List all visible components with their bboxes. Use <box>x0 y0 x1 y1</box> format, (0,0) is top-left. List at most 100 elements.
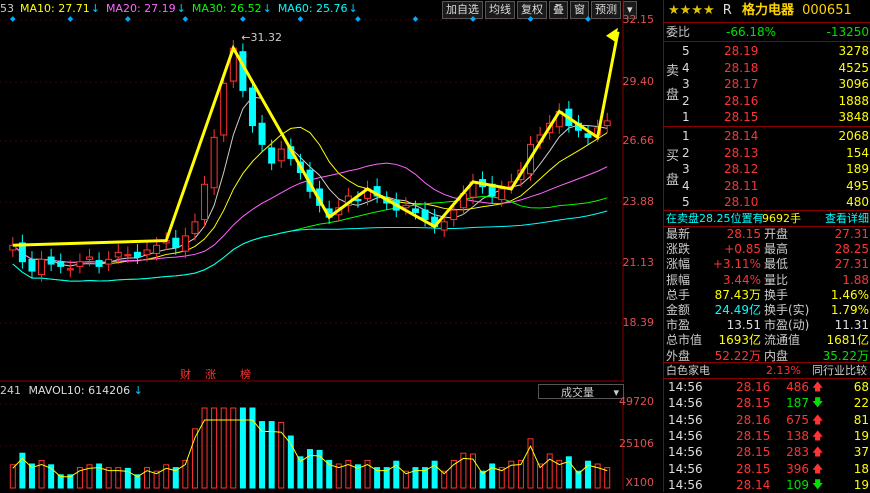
stock-title: ★★★★ R 格力电器 000651 <box>664 0 870 22</box>
order-price: 28.14 <box>724 129 759 143</box>
signal-marker <box>412 16 419 22</box>
ma-line <box>12 210 608 282</box>
candle-body <box>181 235 189 252</box>
signal-marker <box>297 16 304 22</box>
volume-legend-prefix: 241 <box>0 384 21 397</box>
candle-body <box>95 260 103 267</box>
trade-count: 18 <box>853 461 869 476</box>
order-level: 3 <box>682 162 690 177</box>
candle-body <box>76 261 84 267</box>
stat-label: 最低 <box>764 257 789 272</box>
order-ratio-label: 委比 <box>666 25 691 39</box>
book-side-label: 买盘 <box>666 149 680 197</box>
volume-tick: 25106 <box>619 437 654 450</box>
quote-stat-row: 涨幅 +3.11% 最低 27.31 <box>664 257 870 272</box>
stat-label: 流通值 <box>764 333 801 348</box>
stock-prefix: R <box>722 3 732 18</box>
trade-volume: 138 <box>786 428 809 443</box>
candle-body <box>220 82 228 136</box>
trade-price: 28.15 <box>736 428 771 443</box>
trade-volume: 396 <box>786 461 809 476</box>
sell-order-row[interactable]: 5 28.19 3278 <box>680 43 870 59</box>
stat-value: 1.79% <box>830 303 869 317</box>
trade-price: 28.14 <box>736 477 771 492</box>
stat-label: 涨跌 <box>666 242 691 257</box>
candle-body <box>124 254 132 257</box>
candle-body <box>268 147 276 164</box>
stat-value: 1.46% <box>830 287 869 302</box>
trade-time: 14:56 <box>668 412 703 427</box>
volume-chart[interactable] <box>0 400 624 490</box>
candle-body <box>421 209 429 220</box>
order-price: 28.15 <box>724 110 759 125</box>
sell-order-row[interactable]: 3 28.17 3096 <box>680 76 870 92</box>
candle-body <box>584 133 592 138</box>
order-volume: 3848 <box>838 110 869 125</box>
industry-row[interactable]: 白色家电 2.13% 同行业比较 <box>664 362 870 379</box>
candle-body <box>85 256 93 260</box>
book-side-char: 买 <box>666 149 680 164</box>
buy-order-row[interactable]: 3 28.12 189 <box>680 161 870 177</box>
price-tick: 18.39 <box>622 316 655 329</box>
order-price: 28.10 <box>724 195 759 210</box>
stat-label: 最新 <box>666 227 691 241</box>
order-volume: 480 <box>846 195 869 210</box>
industry-compare-link[interactable]: 同行业比较 <box>812 363 867 378</box>
tick-trade-row: 14:56 28.15 138 🡅 19 <box>664 428 870 444</box>
sell-order-row[interactable]: 4 28.18 4525 <box>680 60 870 76</box>
buy-order-row[interactable]: 5 28.10 480 <box>680 194 870 210</box>
kline-chart-area[interactable]: 53 MA10: 27.71↓ MA20: 27.19↓ MA30: 26.52↓ MA… <box>0 0 662 492</box>
tick-trade-row: 14:56 28.15 396 🡅 18 <box>664 461 870 477</box>
order-diff-value: -13250 <box>826 25 869 39</box>
stat-value: +3.11% <box>712 257 761 272</box>
buy-order-row[interactable]: 1 28.14 2068 <box>680 128 870 144</box>
kline-chart[interactable]: ←31.32 财 涨 榜 <box>0 0 624 382</box>
view-detail-link[interactable]: 查看详细 <box>825 211 869 226</box>
stat-value: 13.51 <box>726 318 761 333</box>
signal-marker <box>585 16 591 22</box>
quote-stat-row: 金额 24.49亿 换手(实) 1.79% <box>664 303 870 318</box>
up-arrow-icon: 🡅 <box>812 461 824 475</box>
buy-order-row[interactable]: 4 28.11 495 <box>680 178 870 194</box>
volume-legend: 241 MAVOL10: 614206 ↓ <box>0 384 143 397</box>
buy-order-row[interactable]: 2 28.13 154 <box>680 145 870 161</box>
stat-label: 市盈 <box>666 318 691 333</box>
trade-volume: 109 <box>786 477 809 492</box>
stat-label: 涨幅 <box>666 257 691 272</box>
candle-body <box>47 256 55 265</box>
candle-body <box>248 87 256 127</box>
trade-volume: 675 <box>786 412 809 427</box>
quote-stat-row: 市盈 13.51 市盈(动) 11.31 <box>664 318 870 333</box>
buy-order-book: 买盘 1 28.14 2068 2 28.13 154 3 28.12 189 4 28.11 495 5… <box>664 127 870 210</box>
trade-count: 22 <box>853 396 869 411</box>
trade-time: 14:56 <box>668 428 703 443</box>
quote-panel: ★★★★ R 格力电器 000651 委比 -66.18% -13250 卖盘5… <box>663 0 870 492</box>
stat-label: 量比 <box>764 272 789 287</box>
candle-body <box>191 221 199 235</box>
order-level: 2 <box>682 93 690 108</box>
stat-value: 24.49亿 <box>714 303 761 317</box>
tick-trade-row: 14:56 28.16 486 🡅 68 <box>664 379 870 395</box>
volume-indicator-select[interactable]: 成交量 <box>538 384 624 400</box>
stock-name: 格力电器 <box>741 3 794 18</box>
mavol10-label: MAVOL10: 614206 <box>28 384 131 397</box>
large-order-text: 在卖盘28.25位置有 <box>666 212 764 225</box>
trade-price: 28.15 <box>736 461 771 476</box>
large-order-volume: 9692手 <box>762 212 801 225</box>
sell-order-row[interactable]: 2 28.16 1888 <box>680 93 870 109</box>
candle-body <box>440 221 448 231</box>
trade-count: 19 <box>853 477 869 492</box>
candle-body <box>201 183 209 220</box>
price-tick: 26.66 <box>622 134 655 147</box>
order-level: 1 <box>682 129 690 143</box>
stat-value: 87.43万 <box>714 287 761 302</box>
signal-marker <box>125 16 131 22</box>
trade-time: 14:56 <box>668 396 703 411</box>
trade-time: 14:56 <box>668 445 703 460</box>
order-price: 28.16 <box>724 93 759 108</box>
tick-trade-row: 14:56 28.16 675 🡅 81 <box>664 412 870 428</box>
sell-order-row[interactable]: 1 28.15 3848 <box>680 109 870 125</box>
quote-stat-row: 最新 28.15 开盘 27.31 <box>664 227 870 242</box>
tick-trade-row: 14:56 28.14 109 🡇 19 <box>664 477 870 493</box>
up-arrow-icon: 🡅 <box>812 412 824 426</box>
